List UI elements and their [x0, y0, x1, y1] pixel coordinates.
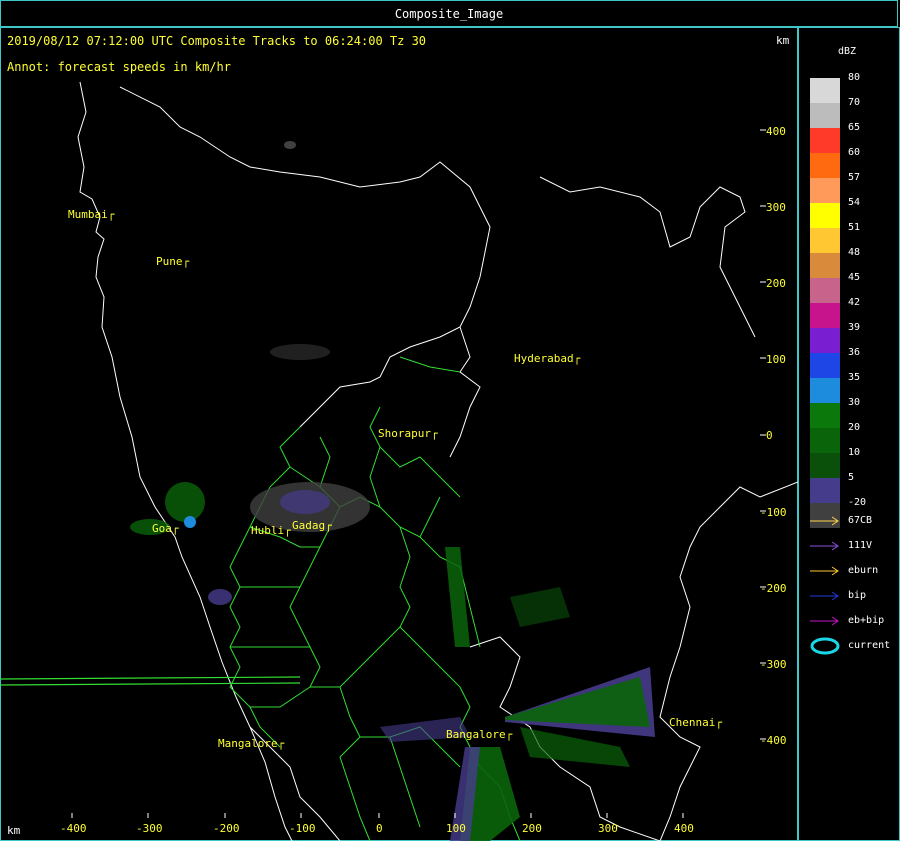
- legend-bin-label: 30: [848, 397, 861, 408]
- legend-swatch: [810, 178, 840, 203]
- legend-swatch: [810, 278, 840, 303]
- city-label-shorapur[interactable]: Shorapur┌: [378, 427, 438, 440]
- x-tick-label: 300: [598, 822, 618, 835]
- window-title: Composite_Image: [394, 7, 504, 21]
- track-arrow-icon: [810, 566, 839, 576]
- y-tick-label: 400: [766, 125, 786, 138]
- legend-swatch: [810, 78, 840, 103]
- legend-bin-label: 45: [848, 272, 861, 283]
- track-arrow-icon: [810, 616, 839, 626]
- legend-swatch: [810, 403, 840, 428]
- legend-swatch: [810, 453, 840, 478]
- legend-track-label: 111V: [848, 540, 873, 551]
- legend-bin-label: 48: [848, 247, 861, 258]
- y-tick-label: 100: [766, 353, 786, 366]
- legend-bin-label: 65: [848, 122, 861, 133]
- x-axis-unit: km: [7, 824, 21, 837]
- legend-bin-label: 51: [848, 222, 861, 233]
- radar-echoes: [130, 141, 655, 841]
- track-arrow-icon: [810, 516, 839, 526]
- legend-swatch: [810, 228, 840, 253]
- y-tick-label: 300: [766, 201, 786, 214]
- annotation-note: Annot: forecast speeds in km/hr: [7, 60, 231, 74]
- legend-title: dBZ: [838, 46, 857, 57]
- legend-bin-label: 54: [848, 197, 861, 208]
- current-ellipse-icon: [810, 637, 840, 655]
- legend-bin-label: 5: [848, 472, 855, 483]
- x-tick-label: 0: [376, 822, 383, 835]
- legend-swatch: [810, 328, 840, 353]
- city-label-mangalore[interactable]: Mangalore┌: [218, 737, 284, 750]
- legend-bin-label: -20: [848, 497, 867, 508]
- legend-swatch: [810, 303, 840, 328]
- legend-bin-label: 60: [848, 147, 861, 158]
- x-tick-label: 200: [522, 822, 542, 835]
- legend-bin-label: 39: [848, 322, 861, 333]
- y-tick-label: -300: [760, 658, 787, 671]
- legend-swatch: [810, 478, 840, 503]
- x-tick-label: -400: [60, 822, 87, 835]
- legend-swatch: [810, 428, 840, 453]
- x-tick-label: -300: [136, 822, 163, 835]
- legend-bin-label: 35: [848, 372, 861, 383]
- x-tick-label: -200: [213, 822, 240, 835]
- legend-swatch: [810, 128, 840, 153]
- track-arrow-icon: [810, 591, 839, 601]
- legend-bin-label: 36: [848, 347, 861, 358]
- x-tick-label: 400: [674, 822, 694, 835]
- state-boundary-telangana: [449, 326, 481, 458]
- legend-bin-label: 20: [848, 422, 861, 433]
- legend-track-label: 67CB: [848, 515, 873, 526]
- state-boundary-andhra: [539, 176, 756, 338]
- legend-swatch: [810, 153, 840, 178]
- track-lines: [0, 676, 301, 686]
- city-label-hyderabad[interactable]: Hyderabad┌: [514, 352, 580, 365]
- legend-swatch: [810, 103, 840, 128]
- y-tick-label: 200: [766, 277, 786, 290]
- x-tick-label: -100: [289, 822, 316, 835]
- city-label-hubli[interactable]: Hubli┌: [251, 524, 291, 537]
- city-label-chennai[interactable]: Chennai┌: [669, 716, 722, 729]
- legend-bin-label: 57: [848, 172, 861, 183]
- x-tick-label: 100: [446, 822, 466, 835]
- y-tick-label: 0: [766, 429, 773, 442]
- legend-bin-label: 10: [848, 447, 861, 458]
- legend-track-label: bip: [848, 590, 867, 601]
- legend-track-label: eburn: [848, 565, 879, 576]
- legend-bin-label: 70: [848, 97, 861, 108]
- legend-swatch: [810, 253, 840, 278]
- y-axis-unit: km: [776, 34, 790, 47]
- legend-bin-label: 80: [848, 72, 861, 83]
- legend-bin-label: 42: [848, 297, 861, 308]
- legend-track-label: eb+bip: [848, 615, 885, 626]
- city-label-pune[interactable]: Pune┌: [156, 255, 189, 268]
- axis-ticks: [71, 129, 766, 818]
- window-title-bar: Composite_Image: [0, 0, 898, 27]
- composite-header: 2019/08/12 07:12:00 UTC Composite Tracks…: [7, 34, 427, 48]
- city-label-mumbai[interactable]: Mumbai┌: [68, 208, 114, 221]
- legend-swatch: [810, 378, 840, 403]
- y-tick-label: -200: [760, 582, 787, 595]
- city-label-gadag[interactable]: Gadag┌: [292, 519, 332, 532]
- y-tick-label: -100: [760, 506, 787, 519]
- legend-swatch: [810, 203, 840, 228]
- legend-track-label: current: [848, 640, 891, 651]
- y-tick-label: -400: [760, 734, 787, 747]
- legend-swatch: [810, 353, 840, 378]
- city-label-goa[interactable]: Goa┌: [152, 522, 179, 535]
- city-label-bangalore[interactable]: Bangalore┌: [446, 728, 512, 741]
- track-arrow-icon: [810, 541, 839, 551]
